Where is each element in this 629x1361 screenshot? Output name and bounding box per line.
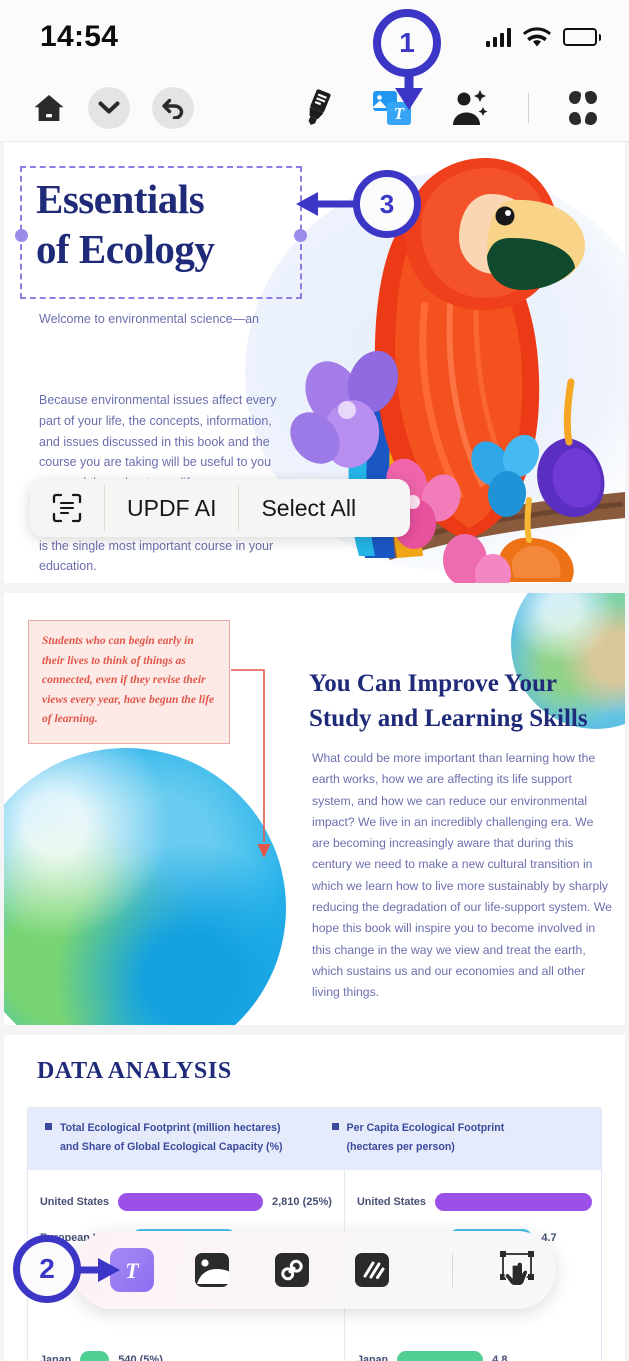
status-bar: 14:54 xyxy=(0,0,629,74)
bar-value: 540 (5%) xyxy=(118,1354,163,1361)
bar-fill xyxy=(80,1351,110,1361)
bar-label: Japan xyxy=(356,1354,389,1361)
document-scroll-area[interactable]: Essentials of Ecology Welcome to environ… xyxy=(0,142,629,1361)
panel-left-header-line2: and Share of Global Ecological Capacity … xyxy=(60,1141,283,1153)
bottom-toolbar-items: T xyxy=(73,1248,541,1292)
highlighter-pen-icon[interactable] xyxy=(298,88,336,128)
slashes-icon xyxy=(355,1253,389,1287)
svg-text:T: T xyxy=(125,1258,140,1283)
battery-icon xyxy=(563,28,601,46)
page2-heading: You Can Improve Your Study and Learning … xyxy=(309,670,588,732)
select-all-button[interactable]: Select All xyxy=(239,479,378,537)
top-toolbar: T xyxy=(0,74,629,142)
document-page-3: DATA ANALYSIS Total Ecological Footprint… xyxy=(4,1035,625,1361)
text-selection-toolbar: UPDF AI Select All xyxy=(30,479,410,537)
page2-paragraph: What could be more important than learni… xyxy=(312,751,612,1000)
callout-2-arrow xyxy=(78,1258,120,1282)
app-root: 14:54 T Essentials of Ecology Welcome to… xyxy=(0,0,629,1361)
table-row: Japan 4.8 xyxy=(356,1342,601,1361)
page1-title: Essentials of Ecology xyxy=(36,176,215,272)
four-dots-grid-icon[interactable] xyxy=(565,90,601,126)
ocr-scan-button[interactable] xyxy=(30,479,104,537)
select-object-tool[interactable] xyxy=(497,1248,541,1292)
bottom-toolbar-divider xyxy=(452,1253,453,1287)
panel-right-header-line1: Per Capita Ecological Footprint xyxy=(346,1122,505,1134)
undo-icon xyxy=(161,98,183,119)
panel-right-header-line2: (hectares per person) xyxy=(346,1141,455,1153)
bar-label: United States xyxy=(356,1196,426,1208)
select-pointer-icon xyxy=(500,1251,534,1287)
chevron-down-button[interactable] xyxy=(88,86,130,129)
bar-label: Japan xyxy=(40,1354,72,1361)
callout-badge-1: 1 xyxy=(373,9,441,77)
toolbar-divider xyxy=(528,92,529,123)
bar-fill xyxy=(118,1193,263,1211)
watermark-tool[interactable] xyxy=(350,1248,394,1292)
undo-button[interactable] xyxy=(152,86,194,129)
bar-value: 4.8 xyxy=(492,1354,508,1361)
table-row: United States 2,810 (25%) xyxy=(40,1184,332,1220)
resize-handle-left[interactable] xyxy=(15,229,28,242)
table-row: Japan 540 (5%) xyxy=(40,1342,332,1361)
legend-square-icon xyxy=(45,1123,52,1130)
data-panel-header-right: Per Capita Ecological Footprint (hectare… xyxy=(315,1108,602,1170)
home-icon[interactable] xyxy=(32,93,66,123)
bar-label: United States xyxy=(40,1196,109,1208)
status-clock: 14:54 xyxy=(40,20,119,53)
legend-square-icon xyxy=(331,1123,339,1130)
purple-anthurium xyxy=(537,378,605,517)
quote-connector-arrow xyxy=(231,669,271,858)
data-analysis-title: DATA ANALYSIS xyxy=(37,1058,232,1084)
bar-value: 9.7 xyxy=(601,1196,602,1208)
table-row: United States 9.7 xyxy=(356,1184,602,1220)
top-toolbar-left-group xyxy=(0,86,194,129)
link-tool[interactable] xyxy=(270,1248,314,1292)
data-panel-header-left: Total Ecological Footprint (million hect… xyxy=(28,1108,315,1170)
chevron-down-icon xyxy=(98,101,120,113)
document-page-2: Students who can begin early in their li… xyxy=(4,593,625,1025)
chain-link-icon xyxy=(275,1253,309,1287)
data-analysis-headers: Total Ecological Footprint (million hect… xyxy=(28,1108,601,1170)
bar-fill xyxy=(397,1351,484,1361)
bottom-edit-toolbar: T xyxy=(73,1231,556,1309)
bar-fill xyxy=(434,1193,592,1211)
bar-value: 2,810 (25%) xyxy=(272,1196,332,1208)
top-toolbar-right-group: T xyxy=(298,88,629,128)
cellular-signal-icon xyxy=(485,27,511,47)
wifi-icon xyxy=(523,26,551,48)
status-icon-group xyxy=(485,26,601,48)
image-tool[interactable] xyxy=(190,1248,234,1292)
image-sparkle-icon[interactable] xyxy=(450,89,492,127)
updf-ai-button[interactable]: UPDF AI xyxy=(105,479,238,537)
callout-badge-2: 2 xyxy=(13,1235,81,1303)
scan-text-icon xyxy=(52,493,82,523)
panel-left-header-line1: Total Ecological Footprint (million hect… xyxy=(60,1122,281,1134)
picture-icon xyxy=(195,1253,229,1287)
letter-t-icon: T xyxy=(125,1258,140,1283)
page1-intro-text: Welcome to environmental science—an xyxy=(39,312,260,326)
callout-badge-3: 3 xyxy=(353,170,421,238)
page2-pull-quote: Students who can begin early in their li… xyxy=(28,620,230,744)
